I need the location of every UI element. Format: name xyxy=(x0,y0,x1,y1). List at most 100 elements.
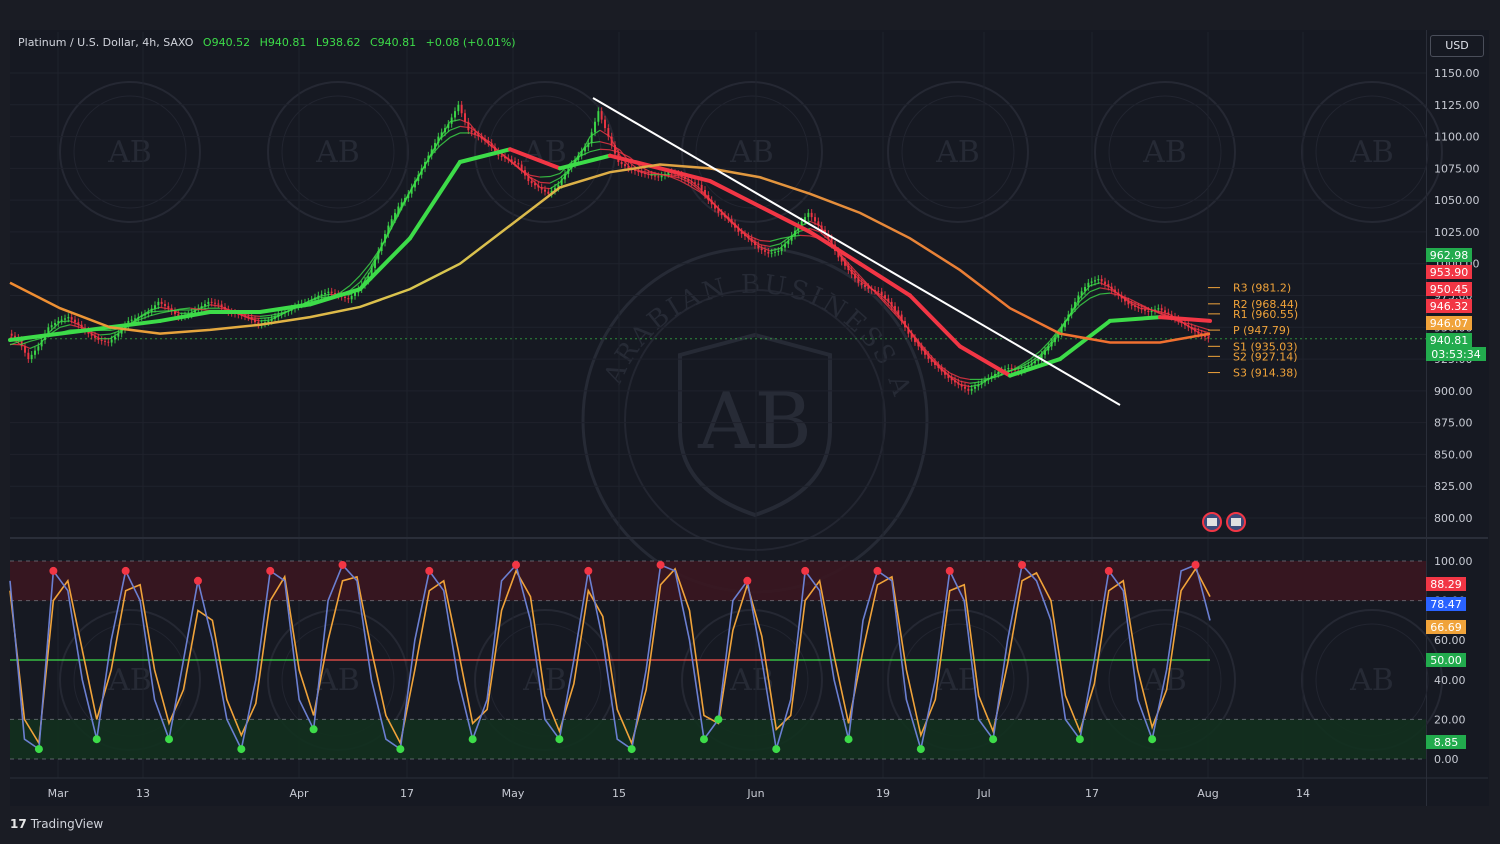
ohlc-close: C940.81 xyxy=(369,36,417,49)
ohlc-high: H940.81 xyxy=(259,36,307,49)
candle-body xyxy=(217,303,220,305)
ma-ribbon-segment xyxy=(599,141,611,145)
symbol-legend[interactable]: Platinum / U.S. Dollar, 4h, SAXO O940.52… xyxy=(18,36,516,49)
time-tick-label: 17 xyxy=(1085,787,1099,800)
candle-body xyxy=(54,323,56,326)
osc-buy-dot xyxy=(844,735,853,744)
osc-buy-dot xyxy=(1148,735,1157,744)
candle-body xyxy=(660,175,663,178)
flag-stripes-icon xyxy=(1207,518,1217,526)
time-tick-label: Mar xyxy=(48,787,69,800)
candle-body xyxy=(517,162,520,165)
tradingview-brand[interactable]: 17 TradingView xyxy=(10,817,103,831)
osc-tick-label: 20.00 xyxy=(1434,713,1466,726)
time-tick-label: Aug xyxy=(1197,787,1218,800)
candle-body xyxy=(974,386,976,389)
candle-body xyxy=(970,388,973,391)
candle-body xyxy=(597,111,600,122)
ma-ribbon-segment xyxy=(259,314,271,317)
ma-ribbon-segment xyxy=(249,317,261,319)
ma-ribbon-segment xyxy=(99,333,111,336)
candle-body xyxy=(167,306,170,309)
pivot-label-r3: R3 (981.2) xyxy=(1233,282,1291,295)
osc-buy-dot xyxy=(396,745,405,754)
main-chart[interactable]: 1150.00 1125.00 1100.00 1075.00 1050.00 1025.… xyxy=(0,0,1500,844)
candle-body xyxy=(164,303,166,307)
candle-body xyxy=(600,111,603,120)
price-tag-label: 940.81 xyxy=(1430,334,1469,347)
osc-buy-dot xyxy=(34,745,43,754)
candle-body xyxy=(324,292,326,295)
osc-tag-label: 50.00 xyxy=(1430,654,1462,667)
candle-body xyxy=(34,350,36,355)
osc-buy-dot xyxy=(627,745,636,754)
candle-body xyxy=(807,212,810,218)
price-tick-label: 1100.00 xyxy=(1434,131,1480,144)
time-tick-label: May xyxy=(502,787,525,800)
candle-body xyxy=(30,354,33,360)
price-tick-label: 1075.00 xyxy=(1434,162,1480,175)
ma-ribbon-segment xyxy=(799,234,811,237)
osc-buy-dot xyxy=(699,735,708,744)
candle-body xyxy=(327,291,330,293)
ma-ribbon-segment xyxy=(149,310,161,313)
price-tick-label: 1150.00 xyxy=(1434,67,1480,80)
fast-ma-segment xyxy=(958,344,1012,378)
pivot-label-p: P (947.79) xyxy=(1233,324,1290,337)
candle-body xyxy=(64,318,66,320)
candle-body xyxy=(547,191,550,194)
osc-sell-dot xyxy=(584,566,593,575)
candle-body xyxy=(330,291,333,293)
osc-tag-label: 78.47 xyxy=(1430,598,1462,611)
candle-body xyxy=(1010,367,1013,370)
candle-body xyxy=(207,301,210,304)
ma-ribbon-segment xyxy=(59,320,71,323)
price-tag-label: 946.07 xyxy=(1430,317,1469,330)
osc-buy-dot xyxy=(916,745,925,754)
candle-body xyxy=(110,339,113,343)
candle-body xyxy=(814,217,816,222)
osc-sell-dot xyxy=(1018,560,1027,569)
ohlc-change: +0.08 (+0.01%) xyxy=(425,36,516,49)
ma-ribbon-segment xyxy=(769,243,781,248)
osc-sell-dot xyxy=(425,566,434,575)
candle-body xyxy=(1150,310,1153,313)
candle-body xyxy=(157,301,160,306)
countdown-label: 03:53:34 xyxy=(1431,348,1480,361)
candle-body xyxy=(1147,310,1150,313)
ma-ribbon-segment xyxy=(769,238,781,242)
chart-window: AB AB AB AB AB AB AB AB AB AB AB AB AB AB AB ARABIAN BU… xyxy=(0,0,1500,844)
ma-ribbon-segment xyxy=(179,307,191,310)
time-tick-label: Apr xyxy=(289,787,309,800)
ma-ribbon-segment xyxy=(259,319,271,322)
price-tick-label: 900.00 xyxy=(1434,385,1473,398)
time-tick-label: 14 xyxy=(1296,787,1310,800)
osc-buy-dot xyxy=(237,745,246,754)
ma-ribbon-segment xyxy=(529,174,541,178)
osc-sell-dot xyxy=(945,566,954,575)
candle-body xyxy=(107,341,110,343)
candle-body xyxy=(624,164,626,167)
candle-body xyxy=(1160,308,1163,311)
candle-body xyxy=(210,301,213,303)
candle-body xyxy=(654,175,656,177)
osc-sell-dot xyxy=(49,566,58,575)
currency-selector[interactable]: USD xyxy=(1430,35,1484,57)
candle-body xyxy=(104,340,106,342)
ohlc-open: O940.52 xyxy=(202,36,251,49)
osc-sell-dot xyxy=(338,560,347,569)
candle-body xyxy=(60,319,63,321)
osc-buy-dot xyxy=(165,735,174,744)
candle-body xyxy=(470,130,473,133)
osc-tick-label: 60.00 xyxy=(1434,634,1466,647)
candle-body xyxy=(74,319,76,323)
candle-body xyxy=(1100,278,1103,282)
candle-body xyxy=(1157,308,1160,310)
candle-body xyxy=(760,248,763,251)
osc-sell-dot xyxy=(512,560,521,569)
price-tag-label: 946.32 xyxy=(1430,300,1469,313)
ma-ribbon-segment xyxy=(599,148,611,151)
candle-body xyxy=(594,121,596,133)
candle-body xyxy=(500,155,503,157)
osc-buy-dot xyxy=(92,735,101,744)
